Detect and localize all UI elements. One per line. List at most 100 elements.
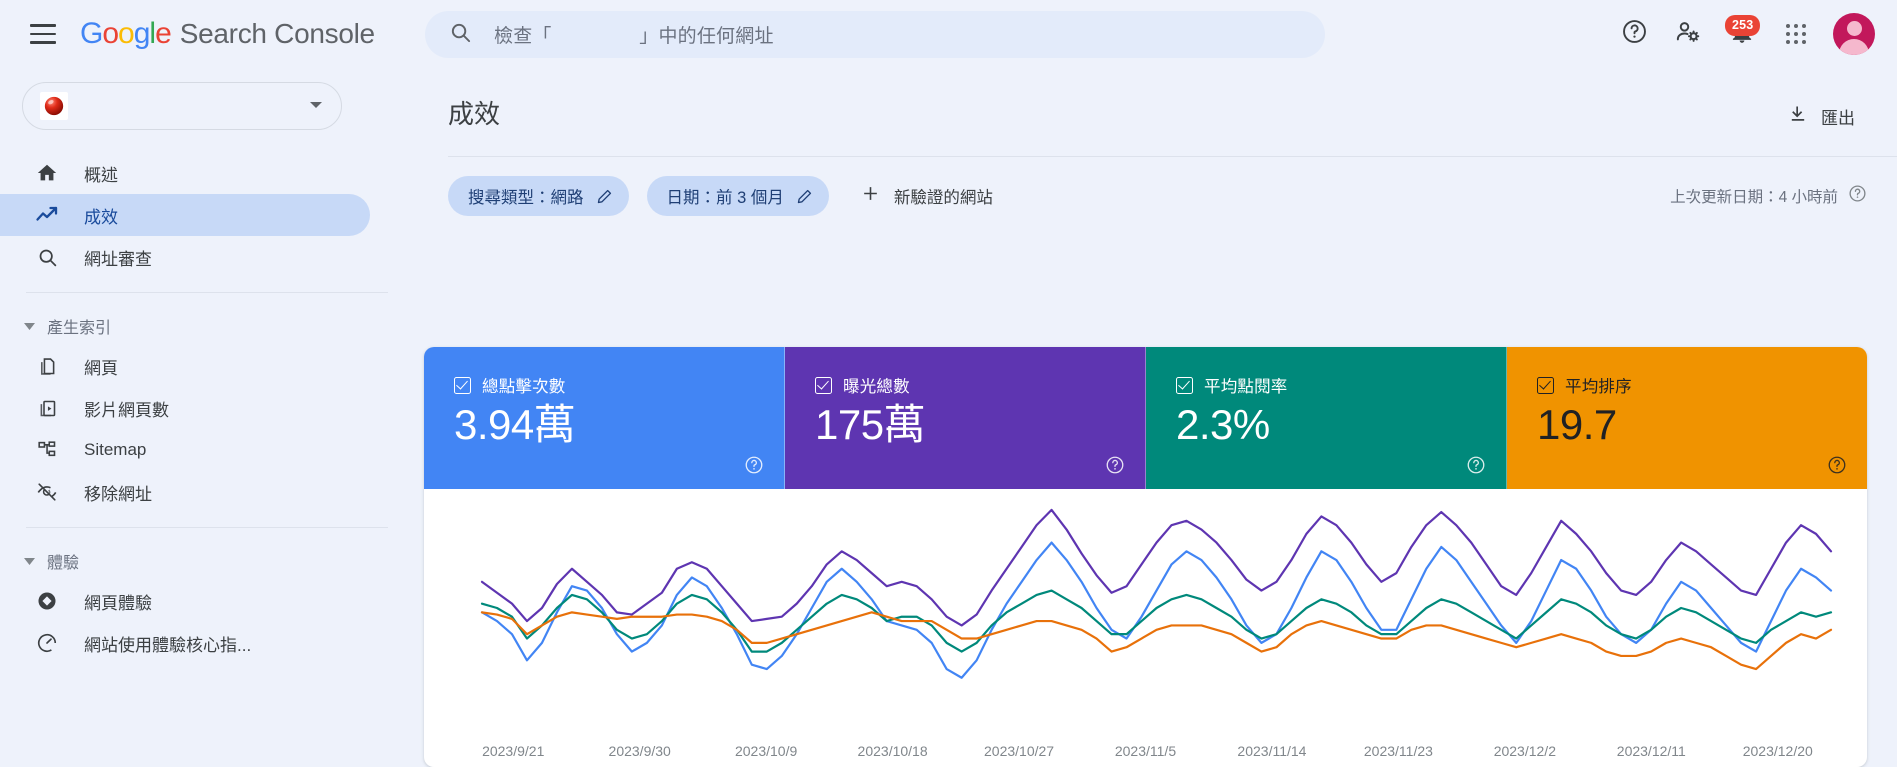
sidebar-item-performance[interactable]: 成效: [0, 194, 370, 236]
metric-label: 平均排序: [1565, 378, 1632, 396]
top-app-bar: Google Search Console 檢查「 」中的任何網址 253: [0, 0, 1897, 68]
add-new-property-label: 新驗證的網站: [893, 189, 993, 207]
search-icon: [34, 247, 60, 268]
diamond-icon: [34, 590, 60, 612]
sidebar-group-label: 產生索引: [47, 320, 112, 337]
metric-card-total-clicks[interactable]: 總點擊次數 3.94萬: [424, 347, 785, 489]
help-circle-icon[interactable]: [1848, 184, 1867, 208]
metric-checkbox[interactable]: [1537, 376, 1554, 394]
pencil-icon: [596, 188, 613, 205]
sidebar-item-pages[interactable]: 網頁: [0, 345, 370, 387]
brand-logo: Google Search Console: [80, 17, 375, 51]
metric-checkbox[interactable]: [454, 376, 471, 394]
sidebar-item-sitemap[interactable]: Sitemap: [0, 429, 370, 471]
top-bar-actions: 253: [1611, 0, 1875, 68]
chart-series-line: [480, 541, 1833, 679]
metric-checkbox[interactable]: [1176, 376, 1193, 394]
chart-x-axis: 2023/9/21 2023/9/30 2023/10/9 2023/10/18 202…: [424, 743, 1867, 759]
sidebar-group-indexing[interactable]: 產生索引: [0, 307, 418, 345]
sidebar: 概述 成效 網址審查 產生索引 網頁 影片網頁數 Sitemap 移除網址 體驗…: [0, 68, 418, 755]
property-selector[interactable]: [22, 82, 342, 130]
export-button[interactable]: 匯出: [1776, 96, 1867, 137]
sidebar-item-label: 成效: [84, 207, 118, 227]
red-sphere-favicon: [40, 92, 68, 120]
help-circle-icon[interactable]: [1466, 455, 1486, 475]
chart-x-tick-label: 2023/12/2: [1493, 743, 1556, 759]
filter-chip-search-type[interactable]: 搜尋類型：網路: [448, 176, 629, 216]
metric-card-average-position[interactable]: 平均排序 19.7: [1507, 347, 1867, 489]
person-gear-icon: [1674, 18, 1702, 51]
metric-value: 3.94萬: [454, 401, 576, 448]
sidebar-item-label: 網址審查: [84, 249, 152, 269]
search-placeholder-text: 檢查「 」中的任何網址: [494, 26, 774, 47]
performance-chart-card: 總點擊次數 3.94萬 曝光總數 175萬 平均點閱率 2.3% 平均排序 19…: [424, 347, 1867, 767]
chart-x-tick-label: 2023/9/21: [482, 743, 545, 759]
chevron-down-icon: [309, 97, 323, 115]
sidebar-item-label: 網頁體驗: [84, 593, 152, 613]
help-circle-icon[interactable]: [1827, 455, 1847, 475]
metric-cards: 總點擊次數 3.94萬 曝光總數 175萬 平均點閱率 2.3% 平均排序 19…: [424, 347, 1867, 489]
download-icon: [1788, 104, 1808, 129]
google-apps-button[interactable]: [1773, 11, 1819, 57]
chart-x-tick-label: 2023/10/27: [984, 743, 1055, 759]
grid-apps-icon: [1785, 23, 1807, 45]
home-icon: [34, 162, 60, 184]
eye-off-icon: [34, 481, 60, 503]
performance-line-chart[interactable]: 2023/9/21 2023/9/30 2023/10/9 2023/10/18 202…: [424, 489, 1867, 767]
help-button[interactable]: [1611, 11, 1657, 57]
metric-card-average-ctr[interactable]: 平均點閱率 2.3%: [1146, 347, 1507, 489]
sidebar-item-url-inspection[interactable]: 網址審查: [0, 236, 370, 278]
sidebar-item-core-web-vitals[interactable]: 網站使用體驗核心指...: [0, 622, 370, 664]
chart-x-tick-label: 2023/10/18: [857, 743, 928, 759]
avatar[interactable]: [1833, 13, 1875, 55]
chart-canvas: [480, 508, 1833, 679]
sidebar-item-label: 概述: [84, 165, 118, 185]
metric-label: 曝光總數: [843, 378, 910, 396]
sidebar-item-label: 影片網頁數: [84, 400, 169, 420]
sidebar-item-overview[interactable]: 概述: [0, 152, 370, 194]
google-wordmark: Google: [80, 17, 172, 50]
sidebar-item-video-pages[interactable]: 影片網頁數: [0, 387, 370, 429]
add-new-property-button[interactable]: 新驗證的網站: [847, 176, 1007, 216]
chart-x-tick-label: 2023/11/14: [1237, 743, 1307, 759]
metric-value: 2.3%: [1176, 401, 1270, 448]
metric-card-total-impressions[interactable]: 曝光總數 175萬: [785, 347, 1146, 489]
chart-x-tick-label: 2023/12/11: [1616, 743, 1686, 759]
chart-x-tick-label: 2023/12/20: [1742, 743, 1813, 759]
page-header: 成效 匯出: [418, 68, 1897, 156]
chart-x-tick-label: 2023/11/23: [1363, 743, 1433, 759]
filter-chip-date[interactable]: 日期：前 3 個月: [646, 176, 829, 216]
sidebar-item-removals[interactable]: 移除網址: [0, 471, 370, 513]
export-label: 匯出: [1821, 109, 1855, 128]
metric-label: 總點擊次數: [482, 378, 566, 396]
chart-series-line: [480, 589, 1833, 653]
product-name: Search Console: [179, 18, 375, 49]
page-title: 成效: [448, 98, 501, 129]
help-circle-icon[interactable]: [1105, 455, 1125, 475]
metric-checkbox[interactable]: [815, 376, 832, 394]
url-inspection-search-bar[interactable]: 檢查「 」中的任何網址: [425, 11, 1325, 58]
trending-up-icon: [34, 203, 60, 227]
speedometer-icon: [34, 632, 60, 654]
help-circle-icon: [1621, 18, 1648, 50]
plus-icon: [861, 184, 880, 208]
notifications-button[interactable]: 253: [1719, 11, 1765, 57]
menu-hamburger-icon[interactable]: [30, 24, 56, 44]
metric-value: 175萬: [815, 401, 926, 448]
avatar-head: [1846, 21, 1862, 36]
sidebar-item-page-experience[interactable]: 網頁體驗: [0, 580, 370, 622]
sidebar-divider-1: [26, 292, 388, 293]
pages-copy-icon: [34, 356, 60, 377]
search-icon: [449, 21, 472, 49]
sidebar-group-label: 體驗: [47, 555, 80, 572]
help-circle-icon[interactable]: [744, 455, 764, 475]
account-settings-button[interactable]: [1665, 11, 1711, 57]
metric-value: 19.7: [1537, 401, 1617, 448]
main-content: 成效 匯出 搜尋類型：網路 日期：前 3 個月 新驗證的網站 上次更新日期：4 …: [418, 68, 1897, 767]
sidebar-group-experience[interactable]: 體驗: [0, 542, 418, 580]
last-updated-info: 上次更新日期：4 小時前: [1670, 184, 1867, 208]
sidebar-item-label: 網頁: [84, 358, 118, 378]
triangle-down-icon: [24, 552, 35, 570]
video-page-icon: [34, 398, 60, 419]
chart-x-tick-label: 2023/10/9: [734, 743, 798, 759]
